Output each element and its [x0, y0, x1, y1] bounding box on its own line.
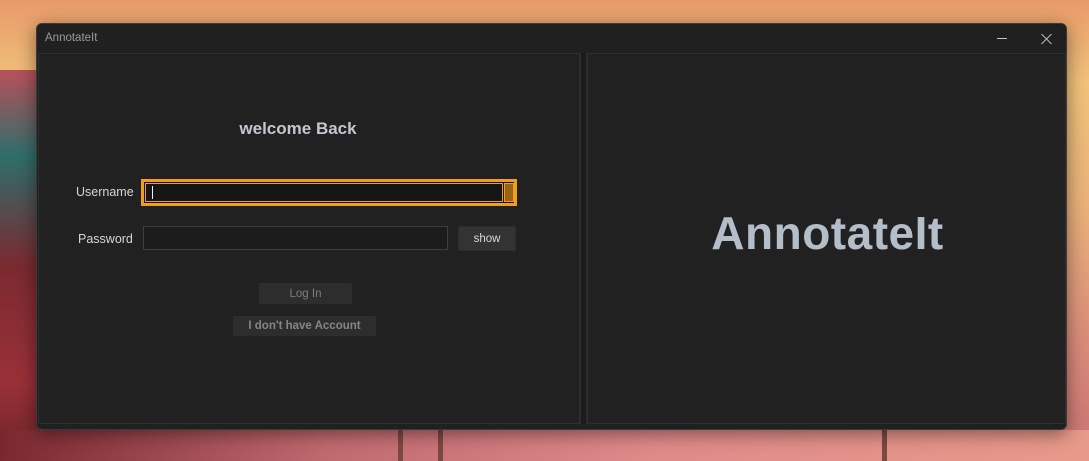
- username-field-handle: [504, 183, 514, 202]
- show-password-button[interactable]: show: [458, 226, 516, 251]
- minimize-icon: [997, 38, 1007, 39]
- password-input[interactable]: [143, 226, 448, 250]
- brand-title: AnnotateIt: [711, 207, 944, 259]
- panel-splitter[interactable]: [580, 53, 587, 424]
- username-input[interactable]: [141, 179, 517, 206]
- welcome-heading: welcome Back: [239, 119, 357, 138]
- password-label: Password: [78, 232, 133, 246]
- brand-panel: AnnotateIt: [587, 53, 1066, 424]
- wallpaper-post: [398, 430, 403, 461]
- close-button[interactable]: [1024, 24, 1066, 53]
- text-caret: [152, 186, 153, 199]
- title-bar[interactable]: AnnotateIt: [37, 24, 1066, 53]
- window-title: AnnotateIt: [45, 32, 98, 44]
- login-panel: welcome Back Username Password show Log …: [38, 53, 580, 424]
- close-icon: [1041, 33, 1052, 44]
- login-button[interactable]: Log In: [259, 283, 352, 304]
- desktop-wallpaper-left: [0, 70, 40, 461]
- username-label: Username: [76, 185, 134, 199]
- wallpaper-post: [438, 430, 443, 461]
- desktop-wallpaper-bottom: [0, 430, 1089, 461]
- no-account-button[interactable]: I don't have Account: [233, 316, 376, 336]
- app-window: AnnotateIt welcome Back Username Passwor…: [36, 23, 1067, 430]
- wallpaper-post: [882, 430, 887, 461]
- minimize-button[interactable]: [980, 24, 1024, 53]
